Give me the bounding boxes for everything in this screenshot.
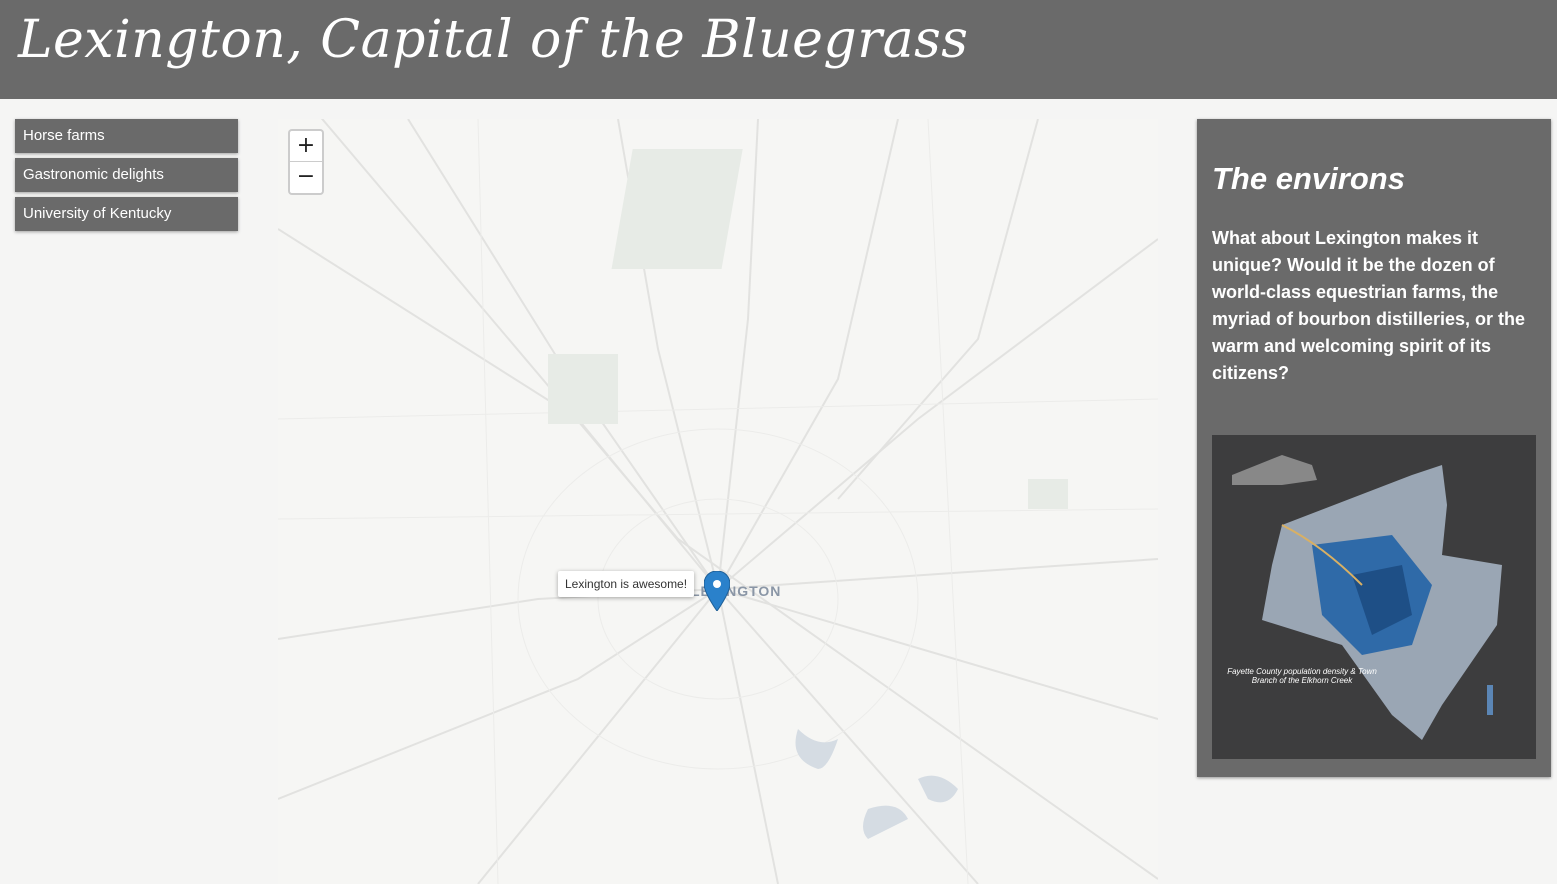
image-caption: Fayette County population density & Town… <box>1227 667 1377 685</box>
info-panel: The environs What about Lexington makes … <box>1197 119 1551 777</box>
marker-pin-icon <box>704 571 730 611</box>
nav-item-university-of-kentucky[interactable]: University of Kentucky <box>15 197 238 231</box>
map-basemap <box>278 119 1158 884</box>
zoom-out-button[interactable]: − <box>290 162 322 192</box>
nav-item-gastronomic-delights[interactable]: Gastronomic delights <box>15 158 238 192</box>
zoom-control: + − <box>288 129 324 195</box>
header-bar: Lexington, Capital of the Bluegrass <box>0 0 1557 99</box>
population-density-map-image: Fayette County population density & Town… <box>1212 435 1536 759</box>
map-popup: Lexington is awesome! <box>558 571 695 597</box>
nav-menu: Horse farms Gastronomic delights Univers… <box>15 119 238 236</box>
page-title: Lexington, Capital of the Bluegrass <box>18 10 969 70</box>
panel-title: The environs <box>1212 161 1405 196</box>
nav-item-horse-farms[interactable]: Horse farms <box>15 119 238 153</box>
zoom-in-button[interactable]: + <box>290 131 322 162</box>
panel-body: What about Lexington makes it unique? Wo… <box>1212 228 1526 383</box>
map-view[interactable]: + − LEXINGTON Lexington is awesome! <box>278 119 1158 884</box>
county-map-graphic <box>1232 455 1502 740</box>
